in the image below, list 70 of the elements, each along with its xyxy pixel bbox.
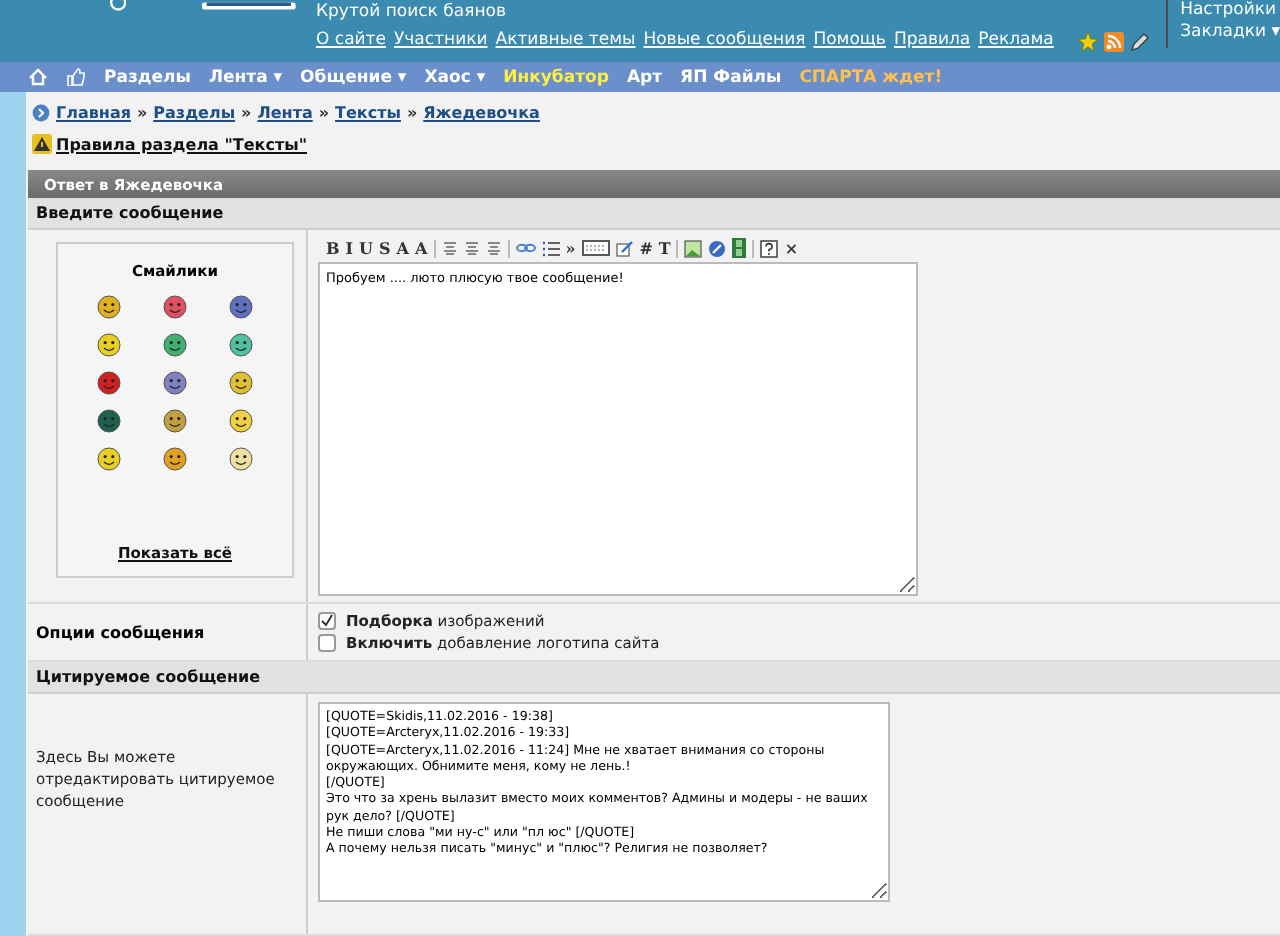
header-link[interactable]: Активные темы [495,30,636,50]
smiley-icon[interactable] [162,332,188,358]
breadcrumb-link[interactable]: Лента [257,104,313,122]
checkbox[interactable] [318,612,336,630]
smiley-icon[interactable] [228,332,254,358]
format-button[interactable]: I [345,238,354,258]
breadcrumb-separator: » [318,104,330,122]
smiley-icon[interactable] [228,294,254,320]
checkbox[interactable] [318,634,336,652]
smiley-icon[interactable] [96,408,122,434]
format-button[interactable]: » [565,238,576,258]
list-icon[interactable] [541,239,560,257]
header-link[interactable]: Реклама [978,30,1054,50]
smiley-icon[interactable] [96,294,122,320]
header-link[interactable]: Новые сообщения [643,30,806,50]
smiley-icon[interactable] [96,332,122,358]
link-icon[interactable] [515,240,536,256]
breadcrumb-separator: » [241,104,252,122]
arrow-circle-icon [32,104,50,122]
smiley-icon[interactable] [162,294,188,320]
rules-link[interactable]: Правила раздела "Тексты" [56,135,307,153]
format-button[interactable]: A [415,238,428,258]
breadcrumb-link[interactable]: Главная [56,104,131,122]
format-button[interactable]: T [658,238,671,258]
header-link[interactable]: Участники [393,30,488,50]
smiley-icon[interactable] [228,446,254,472]
smiley-icon[interactable] [162,370,188,396]
breadcrumb-separator: » [406,104,418,122]
warning-icon [32,134,52,154]
pen-icon[interactable] [615,239,634,257]
keyboard-icon[interactable] [581,240,610,256]
star-icon[interactable] [1077,32,1098,52]
header-link[interactable]: Помощь [813,30,886,50]
align-icon[interactable] [441,240,458,256]
header-link[interactable]: Правила [893,30,971,50]
pencil-icon[interactable] [1129,32,1150,52]
rss-icon[interactable] [1103,32,1124,52]
align-icon[interactable] [463,240,480,256]
bookmarks-menu[interactable]: Закладки ▾ [1180,22,1280,44]
smiley-icon[interactable] [96,446,122,472]
smiley-icon[interactable] [228,408,254,434]
breadcrumb-link[interactable]: Разделы [153,104,236,122]
header-link[interactable]: О сайте [316,30,386,50]
format-button[interactable]: × [784,238,799,258]
help-icon[interactable] [760,239,779,257]
logo-drawing[interactable] [202,0,296,12]
image-icon[interactable] [684,239,703,257]
site-tagline: Крутой поиск баянов [316,2,508,22]
breadcrumb-link[interactable]: Тексты [335,104,401,122]
thumbs-up-icon[interactable] [66,68,86,86]
breadcrumb-separator: » [136,104,148,122]
disc-icon[interactable] [708,239,727,257]
align-icon[interactable] [485,240,502,256]
format-button[interactable]: # [639,238,653,258]
format-button[interactable]: A [396,238,409,258]
section-heading: Цитируемое сообщение [28,662,1280,694]
smiley-icon[interactable] [228,370,254,396]
breadcrumb-link[interactable]: Яжедевочка [423,104,540,122]
options-label: Опции сообщения [36,623,205,641]
format-button[interactable]: S [379,238,391,258]
smiley-icon[interactable] [96,370,122,396]
home-icon[interactable] [28,68,48,86]
logo-icon[interactable] [110,0,127,16]
format-button[interactable]: B [326,238,340,258]
section-heading: Введите сообщение [28,198,1280,230]
smiley-icon[interactable] [162,446,188,472]
smiley-icon[interactable] [162,408,188,434]
film-icon[interactable] [732,238,747,258]
settings-link[interactable]: Настройки [1180,0,1280,22]
format-button[interactable]: U [359,238,373,258]
